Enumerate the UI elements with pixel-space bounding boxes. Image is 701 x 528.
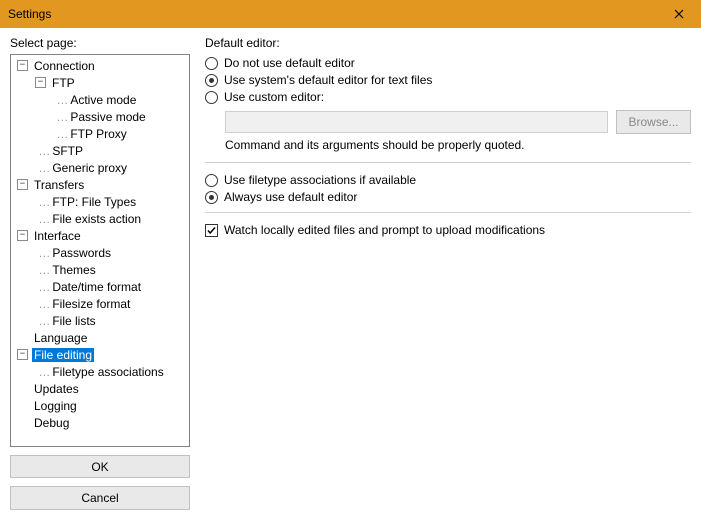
default-editor-heading: Default editor: xyxy=(205,36,691,50)
page-tree[interactable]: − Connection − FTP … Active mode … Passi… xyxy=(10,54,190,447)
tree-item-ftp[interactable]: FTP xyxy=(50,76,77,90)
radio-system-default-editor[interactable]: Use system's default editor for text fil… xyxy=(205,73,691,87)
tree-item-transfers[interactable]: Transfers xyxy=(32,178,86,192)
tree-item-ftp-proxy[interactable]: FTP Proxy xyxy=(68,127,128,141)
titlebar: Settings xyxy=(0,0,701,28)
radio-icon xyxy=(205,91,218,104)
expand-icon[interactable]: − xyxy=(35,77,46,88)
radio-no-default-editor[interactable]: Do not use default editor xyxy=(205,56,691,70)
tree-item-filesize-format[interactable]: Filesize format xyxy=(50,297,132,311)
tree-item-filetype-associations[interactable]: Filetype associations xyxy=(50,365,165,379)
radio-use-filetype-assoc[interactable]: Use filetype associations if available xyxy=(205,173,691,187)
tree-item-file-editing[interactable]: File editing xyxy=(32,348,94,362)
separator xyxy=(205,212,691,213)
checkbox-watch-edited-files[interactable]: Watch locally edited files and prompt to… xyxy=(205,223,691,237)
ok-button[interactable]: OK xyxy=(10,455,190,479)
radio-always-default-editor[interactable]: Always use default editor xyxy=(205,190,691,204)
radio-icon xyxy=(205,174,218,187)
tree-item-passive-mode[interactable]: Passive mode xyxy=(68,110,147,124)
radio-label: Use system's default editor for text fil… xyxy=(224,73,432,87)
custom-editor-input xyxy=(225,111,608,133)
tree-item-connection[interactable]: Connection xyxy=(32,59,97,73)
window-title: Settings xyxy=(8,7,51,21)
radio-label: Do not use default editor xyxy=(224,56,355,70)
tree-item-logging[interactable]: Logging xyxy=(32,399,79,413)
radio-icon xyxy=(205,191,218,204)
tree-item-updates[interactable]: Updates xyxy=(32,382,81,396)
tree-item-active-mode[interactable]: Active mode xyxy=(68,93,138,107)
separator xyxy=(205,162,691,163)
tree-item-ftp-file-types[interactable]: FTP: File Types xyxy=(50,195,138,209)
checkbox-icon xyxy=(205,224,218,237)
tree-item-language[interactable]: Language xyxy=(32,331,89,345)
radio-label: Use filetype associations if available xyxy=(224,173,416,187)
close-button[interactable] xyxy=(656,0,701,28)
tree-item-passwords[interactable]: Passwords xyxy=(50,246,113,260)
custom-editor-hint: Command and its arguments should be prop… xyxy=(225,138,691,152)
checkbox-label: Watch locally edited files and prompt to… xyxy=(224,223,545,237)
tree-item-datetime-format[interactable]: Date/time format xyxy=(50,280,143,294)
close-icon xyxy=(674,9,684,19)
expand-icon[interactable]: − xyxy=(17,349,28,360)
radio-icon xyxy=(205,74,218,87)
tree-item-generic-proxy[interactable]: Generic proxy xyxy=(50,161,129,175)
browse-button: Browse... xyxy=(616,110,691,134)
select-page-label: Select page: xyxy=(10,36,190,50)
radio-icon xyxy=(205,57,218,70)
cancel-button[interactable]: Cancel xyxy=(10,486,190,510)
radio-label: Use custom editor: xyxy=(224,90,324,104)
tree-item-file-exists-action[interactable]: File exists action xyxy=(50,212,143,226)
expand-icon[interactable]: − xyxy=(17,230,28,241)
tree-item-interface[interactable]: Interface xyxy=(32,229,83,243)
expand-icon[interactable]: − xyxy=(17,60,28,71)
tree-item-themes[interactable]: Themes xyxy=(50,263,97,277)
tree-item-debug[interactable]: Debug xyxy=(32,416,71,430)
tree-item-file-lists[interactable]: File lists xyxy=(50,314,97,328)
radio-custom-editor[interactable]: Use custom editor: xyxy=(205,90,691,104)
tree-item-sftp[interactable]: SFTP xyxy=(50,144,85,158)
expand-icon[interactable]: − xyxy=(17,179,28,190)
radio-label: Always use default editor xyxy=(224,190,357,204)
